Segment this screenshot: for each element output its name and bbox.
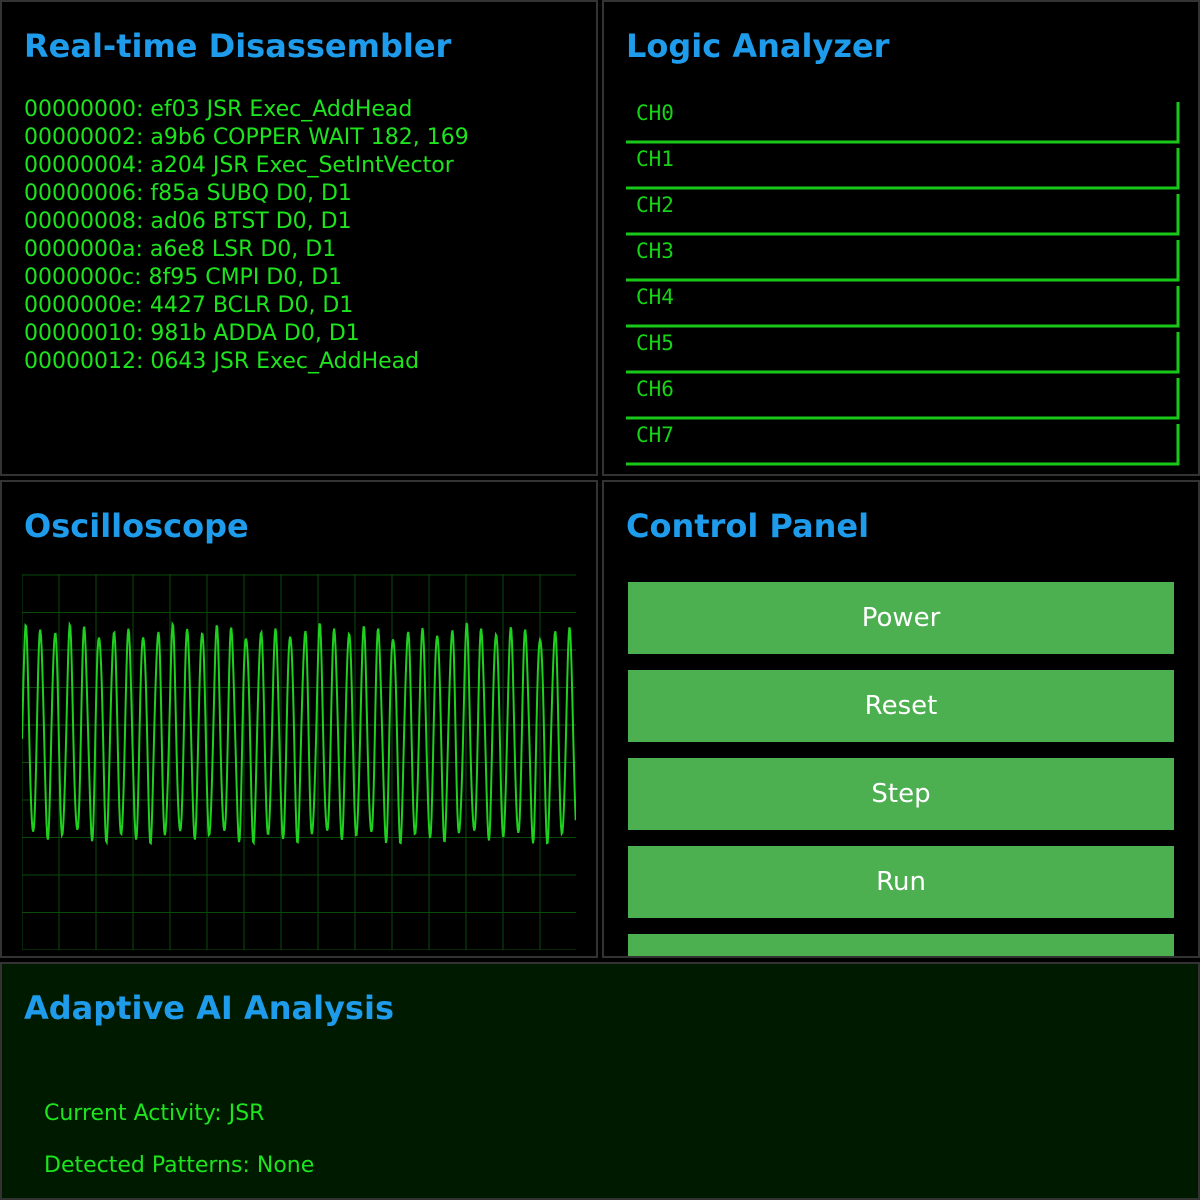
channel-trace: CH1 <box>626 147 1180 190</box>
disassembly-line: 00000008: ad06 BTST D0, D1 <box>24 209 352 234</box>
disassembly-line: 0000000e: 4427 BCLR D0, D1 <box>24 293 354 318</box>
logic-analyzer-panel: Logic Analyzer CH0 CH1 CH2 CH3 CH4 CH5 C… <box>602 0 1200 476</box>
channel-trace: CH2 <box>626 193 1180 236</box>
control-button-partial[interactable] <box>628 934 1174 956</box>
disassembly-line: 0000000c: 8f95 CMPI D0, D1 <box>24 265 343 290</box>
logic-analyzer-display: CH0 CH1 CH2 CH3 CH4 CH5 CH6 CH7 <box>626 101 1180 466</box>
channel-trace: CH0 <box>626 101 1180 144</box>
oscilloscope-grid <box>22 574 576 950</box>
channel-label: CH2 <box>636 193 674 217</box>
disassembly-line: 00000006: f85a SUBQ D0, D1 <box>24 181 352 206</box>
channel-label: CH4 <box>636 285 674 309</box>
logic-analyzer-title: Logic Analyzer <box>626 27 890 65</box>
disassembler-title: Real-time Disassembler <box>24 27 452 65</box>
channel-label: CH3 <box>636 239 674 263</box>
control-panel-title: Control Panel <box>626 507 870 545</box>
disassembly-line: 00000000: ef03 JSR Exec_AddHead <box>24 97 413 122</box>
ai-analysis-panel: Adaptive AI Analysis Current Activity: J… <box>0 962 1200 1200</box>
control-panel: Control Panel Power Reset Step Run <box>602 480 1200 958</box>
channel-label: CH5 <box>636 331 674 355</box>
disassembly-line: 0000000a: a6e8 LSR D0, D1 <box>24 237 337 262</box>
channel-trace: CH3 <box>626 239 1180 282</box>
disassembly-list: 00000000: ef03 JSR Exec_AddHead 00000002… <box>24 96 469 376</box>
step-button[interactable]: Step <box>628 758 1174 830</box>
channel-label: CH6 <box>636 377 674 401</box>
reset-button[interactable]: Reset <box>628 670 1174 742</box>
disassembly-line: 00000010: 981b ADDA D0, D1 <box>24 321 360 346</box>
channel-trace: CH6 <box>626 377 1180 420</box>
channel-trace: CH4 <box>626 285 1180 328</box>
oscilloscope-title: Oscilloscope <box>24 507 249 545</box>
disassembly-line: 00000012: 0643 JSR Exec_AddHead <box>24 349 420 374</box>
oscilloscope-display <box>22 574 576 950</box>
disassembler-panel: Real-time Disassembler 00000000: ef03 JS… <box>0 0 598 476</box>
channel-label: CH1 <box>636 147 674 171</box>
channel-trace: CH7 <box>626 423 1180 466</box>
channel-trace: CH5 <box>626 331 1180 374</box>
detected-patterns-text: Detected Patterns: None <box>44 1153 315 1178</box>
power-button[interactable]: Power <box>628 582 1174 654</box>
disassembly-line: 00000002: a9b6 COPPER WAIT 182, 169 <box>24 125 469 150</box>
current-activity-text: Current Activity: JSR <box>44 1101 265 1126</box>
oscilloscope-waveform <box>22 621 576 846</box>
channel-label: CH7 <box>636 423 674 447</box>
run-button[interactable]: Run <box>628 846 1174 918</box>
channel-label: CH0 <box>636 101 674 125</box>
disassembly-line: 00000004: a204 JSR Exec_SetIntVector <box>24 153 454 178</box>
ai-analysis-title: Adaptive AI Analysis <box>24 989 394 1027</box>
